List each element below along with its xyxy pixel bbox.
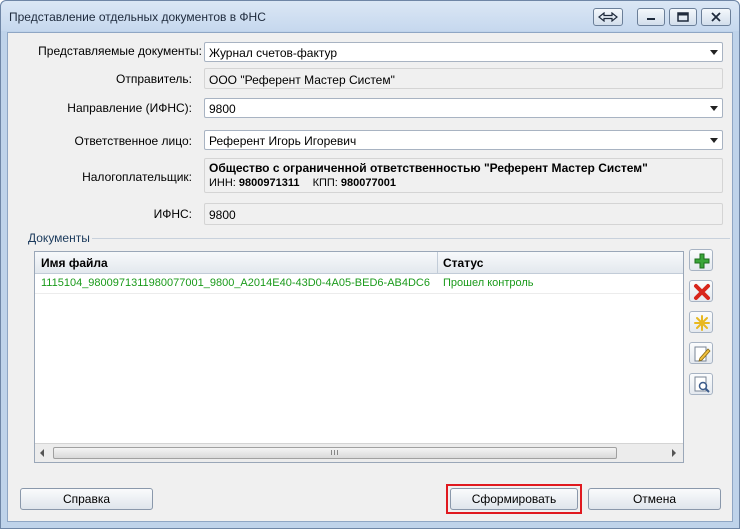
column-header-filename[interactable]: Имя файла [41, 256, 108, 270]
close-button[interactable] [701, 8, 731, 26]
cancel-button[interactable]: Отмена [588, 488, 721, 510]
taxpayer-label: Налогоплательщик: [82, 170, 192, 184]
maximize-icon [677, 12, 689, 22]
docs-label: Представляемые документы: [38, 44, 202, 58]
add-icon [694, 253, 710, 269]
row-status: Прошел контроль [443, 277, 534, 289]
responsible-select-value: Референт Игорь Игоревич [209, 134, 357, 148]
documents-table: Имя файла Статус 1115104_980097131198007… [34, 251, 684, 463]
scroll-left-icon[interactable] [40, 449, 44, 457]
edit-icon [694, 346, 711, 362]
inn-value: 9800971311 [238, 177, 300, 189]
documents-table-header: Имя файла Статус [35, 252, 683, 274]
clear-button[interactable] [689, 311, 713, 333]
window-title: Представление отдельных документов в ФНС [9, 10, 266, 24]
row-filename: 1115104_9800971311980077001_9800_A2014E4… [41, 277, 430, 289]
taxpayer-field: Общество с ограниченной ответственностью… [204, 158, 723, 193]
direction-select-value: 9800 [209, 102, 236, 116]
column-separator[interactable] [437, 252, 438, 274]
restore-arrows-icon [598, 12, 618, 22]
dialog-window: Представление отдельных документов в ФНС… [0, 0, 740, 529]
sender-value: ООО "Референт Мастер Систем" [209, 73, 395, 87]
sender-label: Отправитель: [116, 72, 192, 86]
chevron-down-icon [710, 106, 718, 111]
delete-icon [694, 284, 710, 300]
clear-icon [694, 315, 710, 331]
restore-arrows-button[interactable] [593, 8, 623, 26]
ifns-value: 9800 [209, 208, 236, 222]
documents-group-divider [92, 238, 730, 239]
kpp-value: 980077001 [340, 177, 396, 189]
edit-document-button[interactable] [689, 342, 713, 364]
kpp-label: КПП: [312, 177, 338, 189]
scrollbar-thumb[interactable]: III [53, 447, 617, 459]
column-header-status[interactable]: Статус [443, 256, 483, 270]
inn-label: ИНН: [209, 177, 236, 189]
docs-select[interactable]: Журнал счетов-фактур [204, 42, 723, 62]
title-bar[interactable]: Представление отдельных документов в ФНС [1, 1, 739, 31]
horizontal-scrollbar[interactable]: III [35, 443, 683, 462]
chevron-down-icon [710, 50, 718, 55]
ifns-field: 9800 [204, 203, 723, 225]
dialog-body: Представляемые документы: Журнал счетов-… [7, 32, 733, 522]
view-document-button[interactable] [689, 373, 713, 395]
ifns-label: ИФНС: [153, 207, 192, 221]
view-icon [694, 376, 710, 393]
maximize-button[interactable] [669, 8, 697, 26]
help-button[interactable]: Справка [20, 488, 153, 510]
inn-line: ИНН: 9800971311 КПП: 980077001 [209, 177, 396, 189]
minimize-icon [647, 18, 655, 20]
scroll-right-icon[interactable] [672, 449, 676, 457]
table-row[interactable]: 1115104_9800971311980077001_9800_A2014E4… [35, 274, 683, 294]
chevron-down-icon [710, 138, 718, 143]
delete-document-button[interactable] [689, 280, 713, 302]
docs-select-value: Журнал счетов-фактур [209, 46, 338, 60]
highlight-frame [446, 484, 582, 514]
direction-label: Направление (ИФНС): [67, 101, 192, 115]
responsible-label: Ответственное лицо: [74, 134, 192, 148]
close-icon [711, 12, 721, 22]
responsible-select[interactable]: Референт Игорь Игоревич [204, 130, 723, 150]
minimize-button[interactable] [637, 8, 665, 26]
direction-select[interactable]: 9800 [204, 98, 723, 118]
documents-group-label: Документы [28, 231, 90, 245]
taxpayer-name: Общество с ограниченной ответственностью… [209, 161, 648, 175]
sender-field: ООО "Референт Мастер Систем" [204, 68, 723, 89]
scrollbar-grip: III [330, 450, 340, 457]
add-document-button[interactable] [689, 249, 713, 271]
